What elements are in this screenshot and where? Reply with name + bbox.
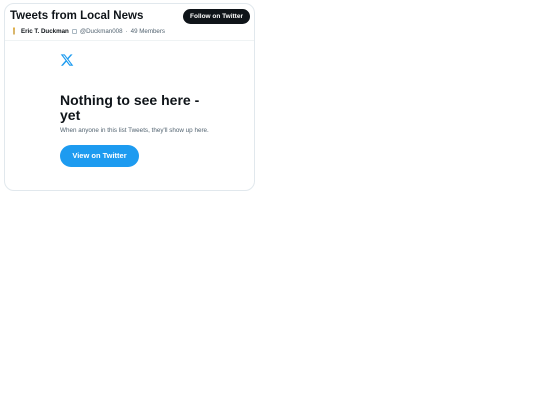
list-owner-row: Eric T. Duckman @Duckman008 · 49 Members bbox=[10, 26, 165, 36]
verified-badge-icon bbox=[71, 28, 77, 34]
owner-handle[interactable]: @Duckman008 bbox=[80, 28, 123, 35]
empty-state-title: Nothing to see here - yet bbox=[60, 92, 200, 123]
empty-state-subtitle: When anyone in this list Tweets, they'll… bbox=[60, 127, 209, 134]
twitter-list-widget: Tweets from Local News Follow on Twitter… bbox=[4, 3, 255, 191]
follow-on-twitter-button[interactable]: Follow on Twitter bbox=[183, 9, 250, 24]
empty-state: Nothing to see here - yet When anyone in… bbox=[60, 53, 210, 167]
view-on-twitter-button[interactable]: View on Twitter bbox=[60, 144, 139, 167]
x-logo-icon bbox=[60, 54, 74, 66]
separator: · bbox=[125, 27, 128, 35]
owner-name[interactable]: Eric T. Duckman bbox=[21, 28, 69, 35]
list-title: Tweets from Local News bbox=[10, 10, 144, 22]
widget-header: Tweets from Local News Follow on Twitter… bbox=[5, 4, 254, 41]
members-count[interactable]: 49 Members bbox=[131, 28, 165, 35]
owner-avatar-icon[interactable] bbox=[10, 27, 18, 35]
